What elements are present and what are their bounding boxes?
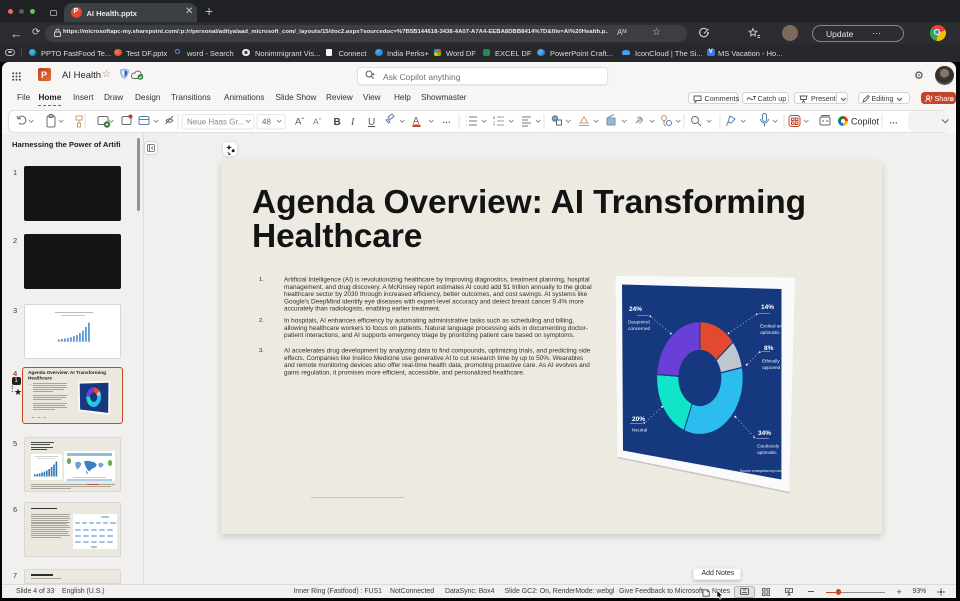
svg-text:48: 48	[262, 118, 271, 127]
svg-text:I: I	[350, 117, 355, 128]
svg-text:Aˆ: Aˆ	[295, 117, 305, 128]
svg-text:B: B	[334, 117, 341, 128]
svg-text:U: U	[368, 117, 375, 128]
svg-text:…: …	[442, 115, 451, 125]
svg-text:Copilot: Copilot	[851, 117, 880, 127]
svg-text:…: …	[889, 116, 898, 126]
svg-text:A: A	[413, 116, 419, 126]
svg-text:Aˇ: Aˇ	[313, 117, 322, 127]
svg-text:Neue Haas Gr...: Neue Haas Gr...	[187, 118, 244, 127]
